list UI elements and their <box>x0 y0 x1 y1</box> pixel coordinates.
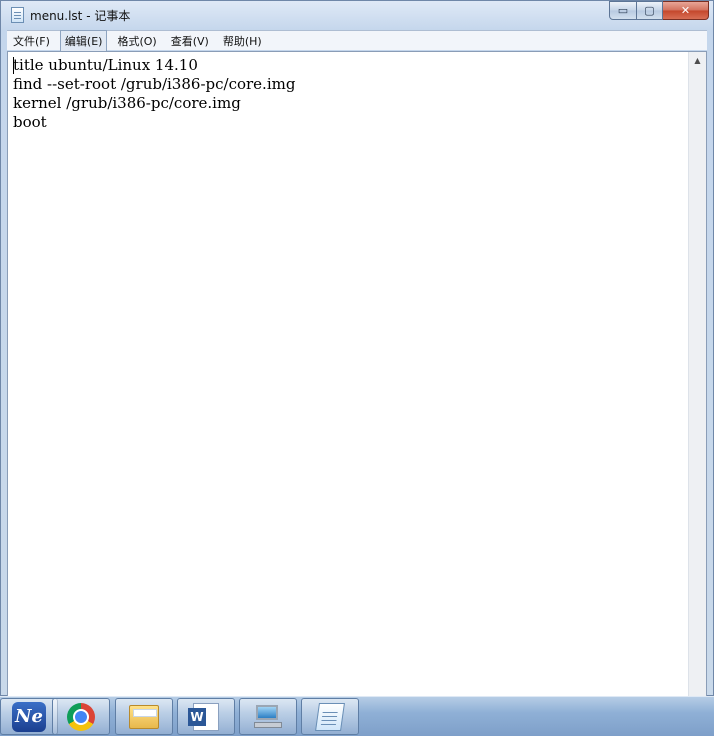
close-button[interactable]: ✕ <box>663 1 709 20</box>
close-icon: ✕ <box>680 4 691 17</box>
editor-content[interactable]: title ubuntu/Linux 14.10 find --set-root … <box>13 56 686 132</box>
notepad-icon[interactable] <box>11 7 24 23</box>
taskbar-button-chrome[interactable] <box>52 698 110 735</box>
window-title: menu.lst - 记事本 <box>30 9 131 23</box>
taskbar-button-notepad[interactable] <box>301 698 359 735</box>
chrome-icon <box>67 702 95 731</box>
caption-buttons: ▭ ▢ ✕ <box>609 1 709 20</box>
taskbar-button-computer[interactable] <box>239 698 297 735</box>
menu-view[interactable]: 查看(V) <box>167 31 213 51</box>
menu-help[interactable]: 帮助(H) <box>219 31 266 51</box>
notepad-icon <box>315 702 345 731</box>
menu-format[interactable]: 格式(O) <box>113 31 160 51</box>
text-editor[interactable]: title ubuntu/Linux 14.10 find --set-root … <box>7 51 707 697</box>
menu-bar: 文件(F) 编辑(E) 格式(O) 查看(V) 帮助(H) <box>7 29 707 52</box>
computer-icon <box>254 704 282 729</box>
word-icon <box>188 702 219 731</box>
vertical-scrollbar[interactable]: ▲ <box>688 52 706 696</box>
taskbar-button-explorer[interactable] <box>115 698 173 735</box>
minimize-icon: ▭ <box>617 4 629 17</box>
editor-line: find --set-root /grub/i386-pc/core.img <box>13 75 296 93</box>
chevron-up-icon: ▲ <box>694 56 701 65</box>
taskbar-button-word[interactable] <box>177 698 235 735</box>
taskbar: Ne <box>0 696 714 736</box>
title-bar[interactable]: menu.lst - 记事本 ▭ ▢ ✕ <box>1 1 713 29</box>
taskbar-button-ne[interactable]: Ne <box>0 698 58 735</box>
editor-line: title ubuntu/Linux 14.10 <box>13 56 198 74</box>
maximize-button[interactable]: ▢ <box>637 1 663 20</box>
editor-line: boot <box>13 113 47 131</box>
maximize-icon: ▢ <box>644 4 655 17</box>
file-explorer-icon <box>129 704 159 729</box>
minimize-button[interactable]: ▭ <box>609 1 637 20</box>
menu-edit[interactable]: 编辑(E) <box>59 29 108 52</box>
notepad-window: menu.lst - 记事本 ▭ ▢ ✕ 文件(F) 编辑(E) 格式(O) 查… <box>0 0 714 697</box>
editor-line: kernel /grub/i386-pc/core.img <box>13 94 241 112</box>
menu-file[interactable]: 文件(F) <box>9 31 54 51</box>
scroll-up-button[interactable]: ▲ <box>689 52 706 69</box>
ne-icon: Ne <box>12 701 46 732</box>
